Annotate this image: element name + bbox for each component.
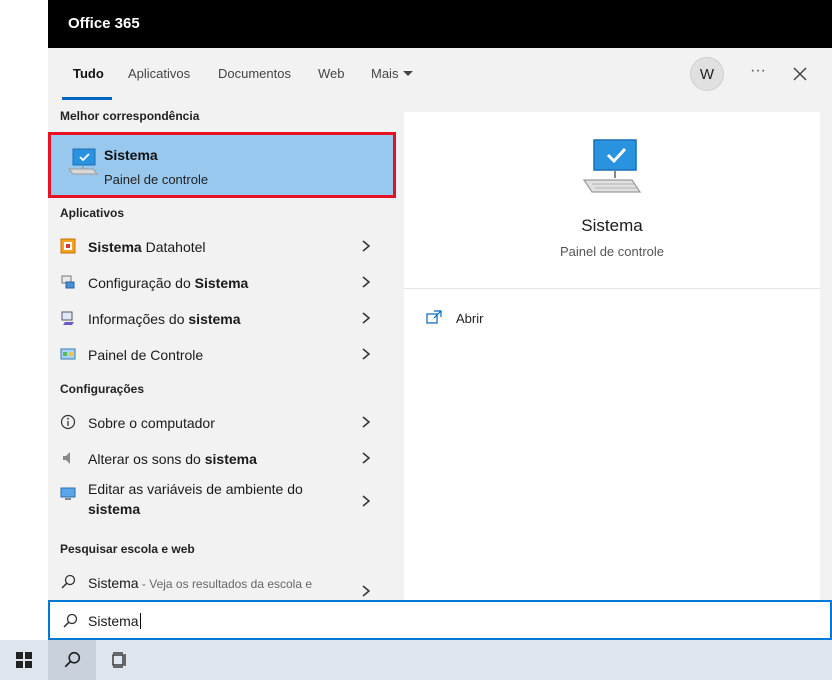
search-input[interactable]: Sistema — [88, 613, 141, 629]
system-config-icon — [61, 275, 75, 289]
chevron-right-icon — [362, 348, 371, 360]
app-item-informacoes-do-sistema[interactable]: Informações do sistema — [48, 302, 388, 336]
setting-item-editar-variaveis-ambiente[interactable]: Editar as variáveis de ambiente do siste… — [48, 478, 388, 526]
search-icon — [61, 574, 76, 589]
web-result-item[interactable]: Sistema - Veja os resultados da escola e — [48, 566, 388, 600]
info-icon — [60, 414, 76, 430]
tab-documents[interactable]: Documentos — [218, 66, 291, 81]
open-external-icon — [426, 310, 442, 324]
system-info-icon — [61, 311, 74, 325]
search-panel: Office 365 Tudo Aplicativos Documentos W… — [48, 0, 832, 640]
tab-bar: Tudo Aplicativos Documentos Web Mais W ·… — [48, 48, 832, 100]
section-best-match: Melhor correspondência — [60, 109, 200, 123]
setting-item-alterar-os-sons[interactable]: Alterar os sons do sistema — [48, 442, 388, 476]
caret-down-icon — [403, 71, 414, 76]
chevron-right-icon — [362, 495, 371, 507]
monitor-icon — [60, 487, 76, 500]
control-panel-icon — [60, 348, 76, 360]
close-button[interactable] — [788, 62, 812, 86]
preview-pane: Sistema Painel de controle Abrir — [404, 112, 820, 600]
section-settings: Configurações — [60, 382, 145, 396]
best-match-item[interactable]: Sistema Painel de controle — [48, 132, 396, 198]
results-list: Melhor correspondência Sistema Painel de… — [48, 100, 404, 600]
divider — [404, 288, 820, 289]
preview-subtitle: Painel de controle — [559, 244, 665, 259]
section-web: Pesquisar escola e web — [60, 542, 195, 556]
setting-item-label: Editar as variáveis de ambiente do siste… — [88, 481, 303, 517]
tab-all[interactable]: Tudo — [73, 66, 104, 81]
search-icon — [64, 651, 81, 668]
web-result-label: Sistema - Veja os resultados da escola e — [88, 575, 313, 591]
open-action-label: Abrir — [456, 311, 484, 326]
tab-web[interactable]: Web — [318, 66, 345, 81]
text-cursor — [139, 613, 141, 629]
best-match-subtitle: Painel de controle — [104, 172, 209, 187]
app-item-configuracao-do-sistema[interactable]: Configuração do Sistema — [48, 266, 388, 300]
title-bar: Office 365 — [48, 0, 832, 48]
chevron-right-icon — [362, 312, 371, 324]
start-button[interactable] — [0, 640, 48, 680]
app-item-label: Sistema Datahotel — [88, 239, 206, 255]
close-icon — [793, 67, 807, 81]
more-options-button[interactable]: ··· — [746, 61, 770, 85]
taskbar-search-button[interactable] — [48, 640, 96, 680]
computer-icon — [582, 139, 642, 193]
setting-item-sobre-o-computador[interactable]: Sobre o computador — [48, 406, 388, 440]
speaker-icon — [63, 452, 70, 464]
avatar[interactable]: W — [690, 57, 724, 91]
app-title: Office 365 — [68, 15, 140, 32]
preview-title: Sistema — [581, 216, 643, 235]
search-box[interactable]: Sistema — [48, 600, 832, 640]
chevron-right-icon — [362, 416, 371, 428]
search-icon — [63, 613, 78, 628]
datahotel-icon — [60, 238, 76, 254]
app-item-painel-de-controle[interactable]: Painel de Controle — [48, 338, 388, 372]
tab-more[interactable]: Mais — [371, 66, 414, 81]
computer-icon — [67, 148, 99, 175]
windows-logo-icon — [16, 652, 32, 668]
tab-apps[interactable]: Aplicativos — [128, 66, 190, 81]
app-item-label: Painel de Controle — [88, 347, 204, 363]
tab-more-label: Mais — [371, 66, 399, 81]
task-view-icon — [112, 652, 126, 668]
app-item-sistema-datahotel[interactable]: Sistema Datahotel — [48, 230, 388, 264]
taskbar — [0, 640, 832, 680]
task-view-button[interactable] — [96, 640, 144, 680]
desktop-background — [0, 0, 48, 640]
chevron-right-icon — [362, 276, 371, 288]
chevron-right-icon — [362, 240, 371, 252]
app-item-label: Configuração do Sistema — [88, 275, 249, 291]
section-apps: Aplicativos — [60, 206, 125, 220]
chevron-right-icon — [362, 585, 371, 597]
setting-item-label: Alterar os sons do sistema — [88, 451, 257, 467]
best-match-name: Sistema — [104, 147, 158, 163]
setting-item-label: Sobre o computador — [88, 415, 215, 431]
app-item-label: Informações do sistema — [88, 311, 241, 327]
chevron-right-icon — [362, 452, 371, 464]
